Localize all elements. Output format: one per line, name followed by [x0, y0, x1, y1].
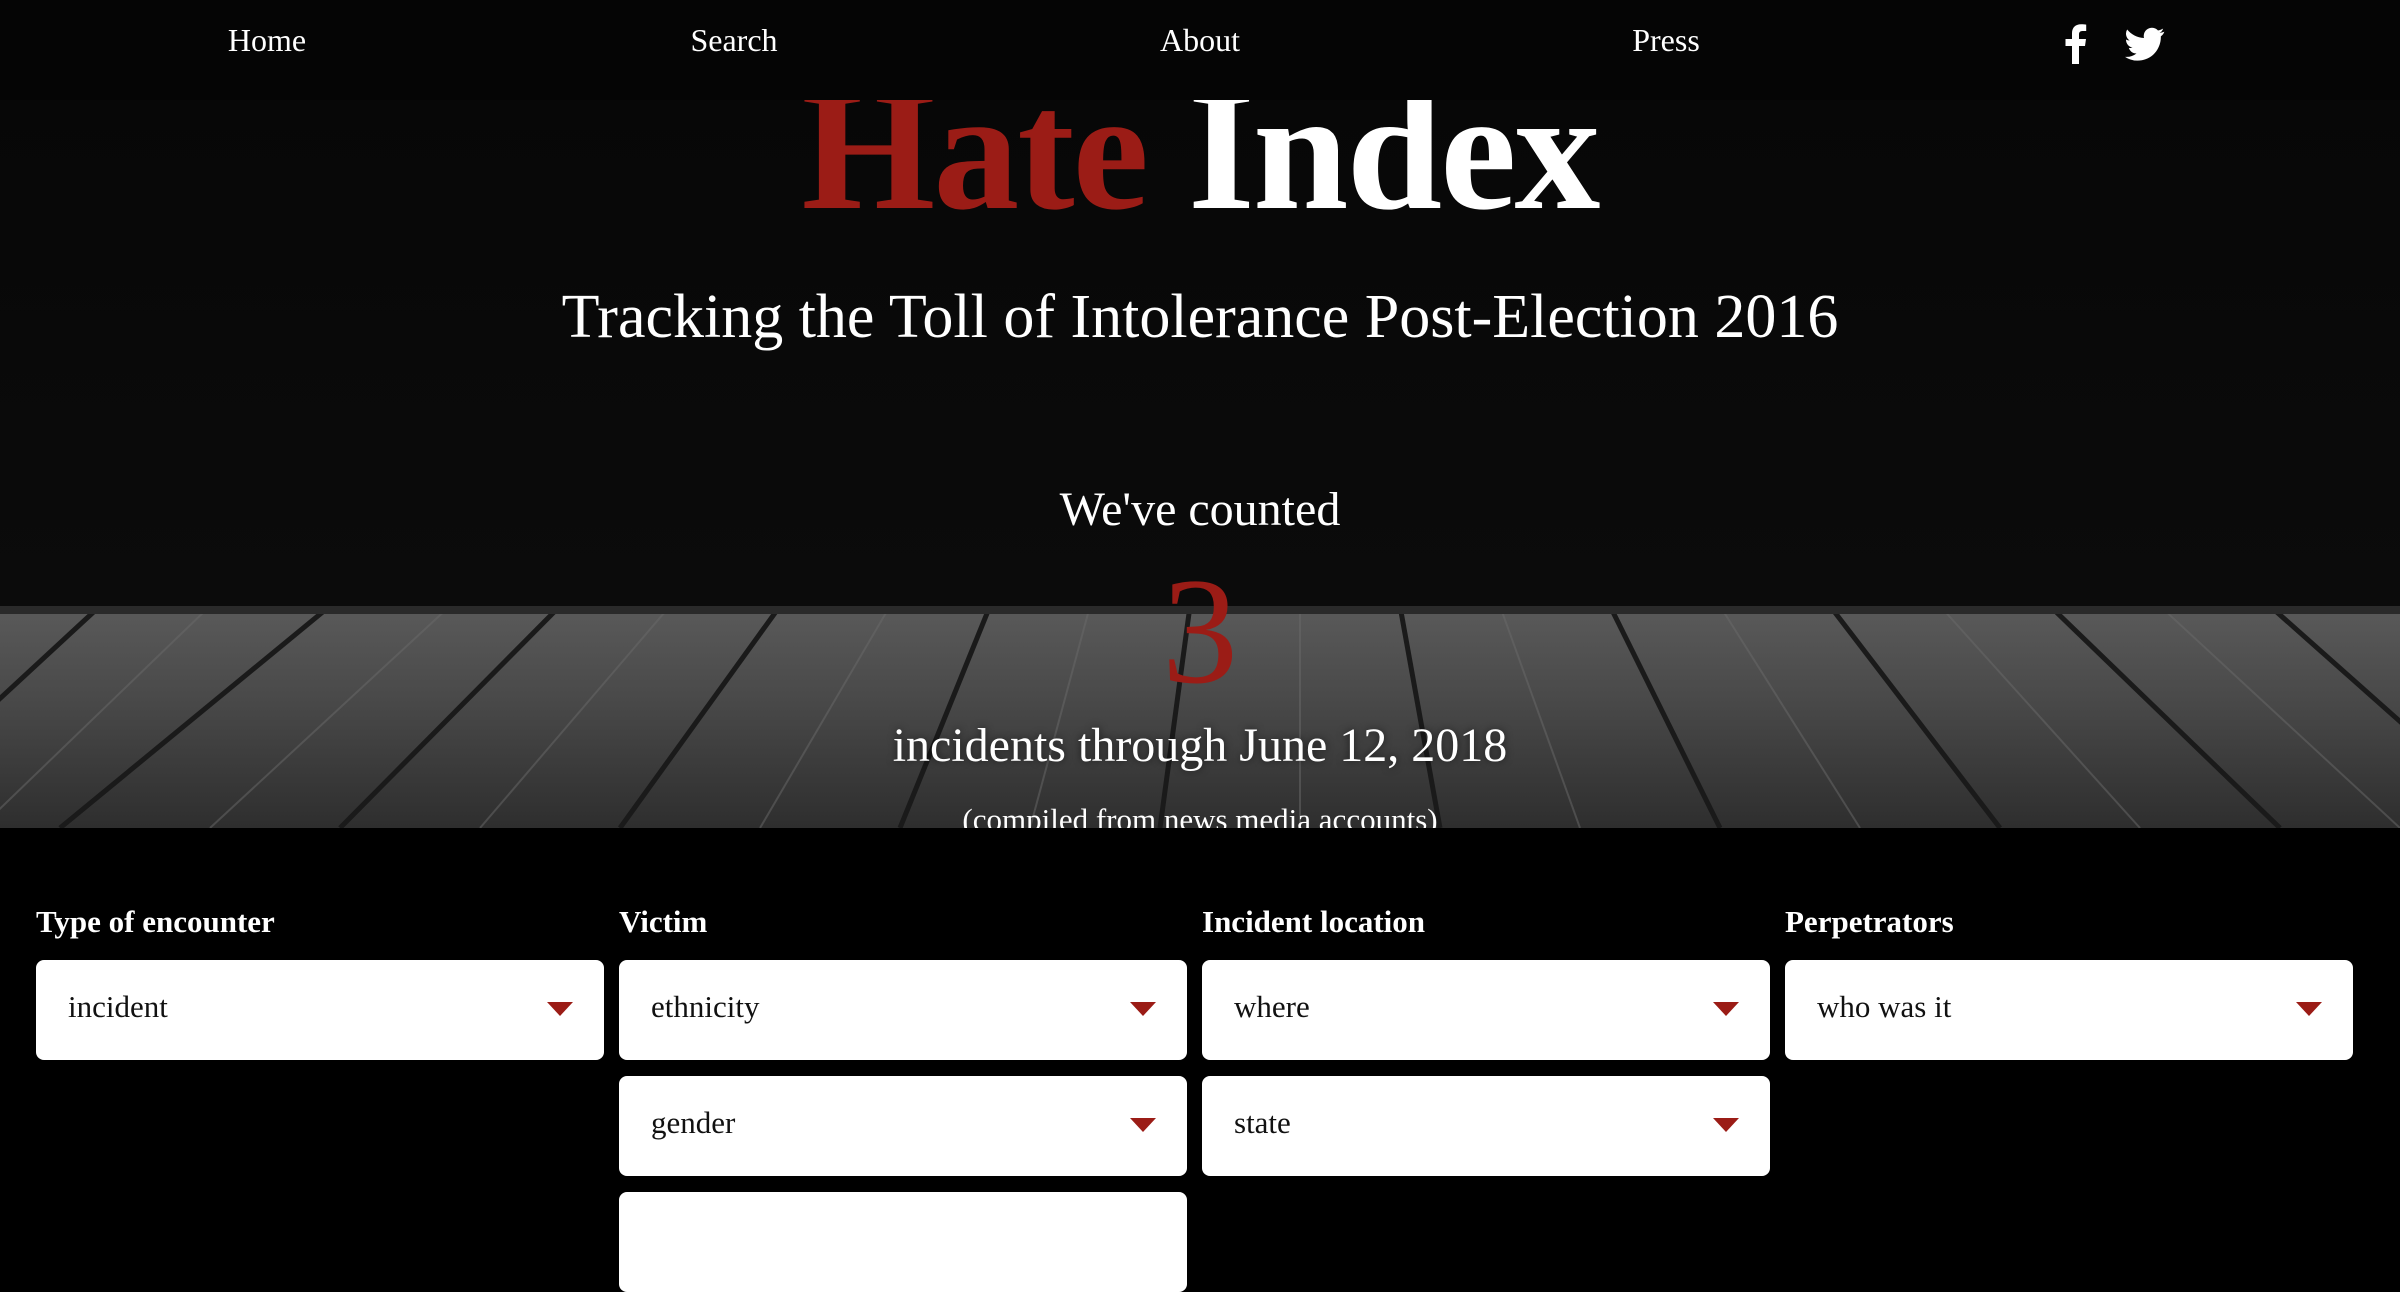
site-title-hate: Hate — [801, 100, 1149, 246]
filter-label: Type of encounter — [36, 904, 275, 939]
select-value: where — [1234, 989, 1310, 1024]
victim-gender-select[interactable]: gender — [619, 1076, 1187, 1176]
site-subtitle: Tracking the Toll of Intolerance Post-El… — [561, 283, 1839, 351]
counted-label: We've counted — [1059, 483, 1341, 536]
location-state-select[interactable]: state — [1202, 1076, 1770, 1176]
chevron-down-icon — [1130, 1118, 1156, 1132]
filter-label: Perpetrators — [1785, 904, 1954, 939]
nav-search-link[interactable]: Search — [690, 22, 777, 59]
victim-extra-select[interactable] — [619, 1192, 1187, 1292]
chevron-down-icon — [2296, 1002, 2322, 1016]
facebook-icon[interactable] — [2062, 24, 2088, 64]
select-value: ethnicity — [651, 989, 760, 1024]
nav-home-link[interactable]: Home — [228, 22, 306, 59]
filter-panel: Type of encounter incident Victim ethnic… — [0, 828, 2400, 1292]
chevron-down-icon — [1713, 1118, 1739, 1132]
chevron-down-icon — [547, 1002, 573, 1016]
hero-banner: Hate Index Tracking the Toll of Intolera… — [0, 100, 2400, 828]
encounter-type-select[interactable]: incident — [36, 960, 604, 1060]
location-where-select[interactable]: where — [1202, 960, 1770, 1060]
site-title-index: Index — [1187, 100, 1601, 246]
twitter-icon[interactable] — [2125, 24, 2165, 64]
incident-count: 3 — [1162, 547, 1238, 715]
filter-label: Incident location — [1202, 904, 1426, 939]
perpetrators-select[interactable]: who was it — [1785, 960, 2353, 1060]
nav-about-link[interactable]: About — [1160, 22, 1240, 59]
incident-count-caption: incidents through June 12, 2018 — [892, 719, 1508, 772]
site-title: Hate Index — [0, 100, 2400, 237]
select-value: state — [1234, 1105, 1291, 1140]
victim-ethnicity-select[interactable]: ethnicity — [619, 960, 1187, 1060]
source-note: (compiled from news media accounts) — [962, 802, 1438, 828]
chevron-down-icon — [1713, 1002, 1739, 1016]
top-nav: Home Search About Press — [0, 0, 2400, 100]
select-value: incident — [68, 989, 168, 1024]
nav-press-link[interactable]: Press — [1632, 22, 1700, 59]
select-value: who was it — [1817, 989, 1952, 1024]
chevron-down-icon — [1130, 1002, 1156, 1016]
select-value: gender — [651, 1105, 736, 1140]
filter-label: Victim — [619, 904, 708, 939]
